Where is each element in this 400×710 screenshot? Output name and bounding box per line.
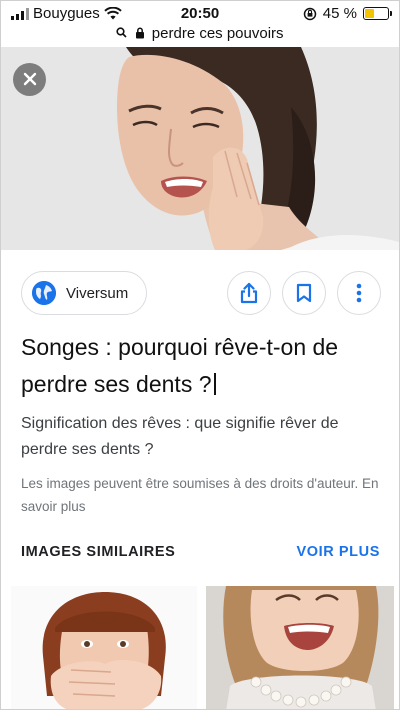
main-image[interactable] [1, 47, 399, 250]
child-covering-mouth-photo [11, 586, 197, 709]
more-vert-icon [356, 283, 362, 303]
source-name: Viversum [66, 284, 129, 302]
share-icon [240, 282, 258, 304]
text-caret [213, 373, 216, 395]
close-button[interactable] [13, 63, 46, 96]
source-chip[interactable]: Viversum [21, 271, 148, 315]
battery-icon [363, 7, 392, 20]
url-bar[interactable]: perdre ces pouvoirs [1, 25, 399, 45]
smiling-girl-photo [206, 586, 394, 709]
battery-fill [365, 9, 374, 18]
woman-toothache-photo [1, 47, 399, 250]
see-more-link[interactable]: VOIR PLUS [296, 544, 380, 560]
close-icon [23, 72, 36, 86]
url-query: perdre ces pouvoirs [151, 25, 284, 42]
status-right: 45 % [303, 5, 392, 22]
similar-image-2[interactable] [206, 586, 394, 709]
status-bar: Bouygues 20:50 45 % [1, 1, 399, 27]
lock-icon [135, 27, 144, 39]
copyright-notice[interactable]: Les images peuvent être soumises à des d… [21, 472, 381, 518]
bookmark-icon [296, 283, 312, 303]
battery-percent: 45 % [322, 5, 357, 22]
more-options-button[interactable] [337, 271, 381, 315]
share-button[interactable] [227, 271, 271, 315]
search-icon [116, 27, 128, 38]
screen: Bouygues 20:50 45 % perdre ces pouvoirs … [0, 0, 400, 710]
bookmark-button[interactable] [282, 271, 326, 315]
article-title[interactable]: Songes : pourquoi rêve-t-on de perdre se… [21, 329, 381, 403]
similar-images-heading: IMAGES SIMILAIRES [21, 544, 176, 560]
rotation-lock-icon [303, 7, 317, 20]
similar-image-1[interactable] [11, 586, 197, 709]
globe-icon [32, 281, 56, 305]
article-description: Signification des rêves : que signifie r… [21, 415, 339, 458]
